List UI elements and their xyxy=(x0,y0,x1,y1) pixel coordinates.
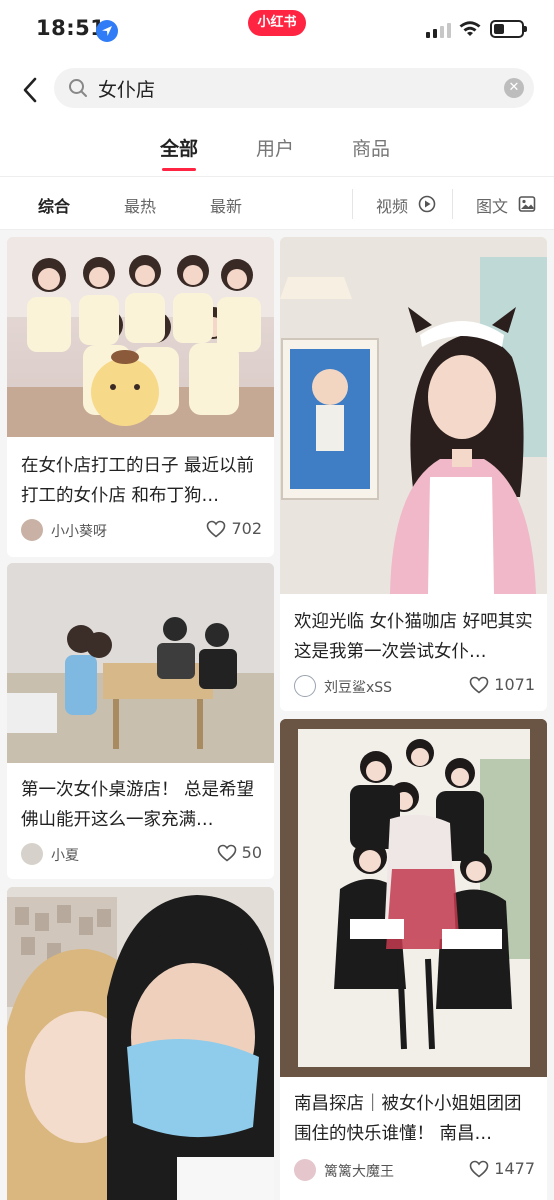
search-header: ✕ xyxy=(0,60,554,120)
filter-video[interactable]: 视频 xyxy=(376,193,408,217)
post-cover-image xyxy=(280,719,547,1077)
post-title: 欢迎光临 女仆猫咖店 好吧其实这是我第一次尝试女仆… xyxy=(294,612,533,662)
back-button[interactable] xyxy=(14,70,46,110)
status-time: 18:51 xyxy=(36,16,106,40)
chevron-left-icon xyxy=(23,77,37,103)
avatar[interactable] xyxy=(294,675,316,697)
filter-hottest[interactable]: 最热 xyxy=(124,193,156,217)
post-meta: 小小葵呀 702 xyxy=(21,519,262,545)
like-button[interactable]: 1477 xyxy=(469,1159,535,1178)
like-count: 50 xyxy=(241,843,262,862)
like-button[interactable]: 702 xyxy=(206,519,262,538)
search-icon xyxy=(69,79,87,97)
heart-icon xyxy=(217,844,236,862)
post-card[interactable]: 南昌探店｜被女仆小姐姐团团围住的快乐谁懂！ 南昌… 篱篱大魔王 1477 xyxy=(280,719,547,1200)
tab-products[interactable]: 商品 xyxy=(352,134,390,161)
post-author[interactable]: 小小葵呀 xyxy=(51,521,107,541)
post-card[interactable]: 欢迎光临 女仆猫咖店 好吧其实这是我第一次尝试女仆… 刘豆鲨xSS 1071 xyxy=(280,237,547,711)
post-meta: 篱篱大魔王 1477 xyxy=(294,1159,535,1185)
like-count: 702 xyxy=(231,519,262,538)
filter-video-label: 视频 xyxy=(376,197,409,216)
search-tabs: 全部 用户 商品 xyxy=(0,120,554,176)
filter-bar: 综合 最热 最新 视频 图文 xyxy=(0,176,554,230)
avatar[interactable] xyxy=(21,843,43,865)
divider xyxy=(352,189,353,219)
search-results-feed: 在女仆店打工的日子 最近以前打工的女仆店 和布丁狗… 小小葵呀 702 欢迎光临… xyxy=(0,230,554,1200)
post-cover-image xyxy=(7,887,274,1200)
divider xyxy=(452,189,453,219)
post-title: 在女仆店打工的日子 最近以前打工的女仆店 和布丁狗… xyxy=(21,456,255,506)
heart-icon xyxy=(469,676,489,694)
search-box[interactable]: ✕ xyxy=(54,68,534,108)
location-arrow-icon xyxy=(96,20,118,42)
post-title: 第一次女仆桌游店！ 总是希望佛山能开这么一家充满… xyxy=(21,780,255,830)
heart-icon xyxy=(207,520,226,538)
like-count: 1071 xyxy=(494,675,535,694)
avatar[interactable] xyxy=(21,519,43,541)
play-circle-icon xyxy=(418,195,436,213)
tab-label: 全部 xyxy=(160,138,199,160)
like-button[interactable]: 1071 xyxy=(469,675,535,694)
post-meta: 小夏 50 xyxy=(21,843,262,869)
like-button[interactable]: 50 xyxy=(217,843,262,862)
filter-image-text[interactable]: 图文 xyxy=(476,193,508,217)
tab-users[interactable]: 用户 xyxy=(256,134,294,161)
tab-all[interactable]: 全部 xyxy=(160,134,199,171)
post-cover-image xyxy=(7,563,274,763)
filter-image-text-label: 图文 xyxy=(476,197,509,216)
post-card[interactable]: 在女仆店打工的日子 最近以前打工的女仆店 和布丁狗… 小小葵呀 702 xyxy=(7,237,274,557)
tab-label: 商品 xyxy=(352,138,391,160)
post-card[interactable]: 第一次女仆桌游店！ 总是希望佛山能开这么一家充满… 小夏 50 xyxy=(7,563,274,879)
post-author[interactable]: 篱篱大魔王 xyxy=(324,1161,394,1181)
heart-icon xyxy=(469,1160,489,1178)
active-tab-indicator xyxy=(162,168,197,171)
image-icon xyxy=(518,196,536,212)
avatar[interactable] xyxy=(294,1159,316,1181)
clear-search-button[interactable]: ✕ xyxy=(504,78,524,98)
post-cover-image xyxy=(280,237,547,594)
post-author[interactable]: 小夏 xyxy=(51,845,79,865)
filter-newest[interactable]: 最新 xyxy=(210,193,242,217)
post-author[interactable]: 刘豆鲨xSS xyxy=(324,677,392,697)
filter-comprehensive[interactable]: 综合 xyxy=(38,193,70,217)
cellular-signal-icon xyxy=(426,22,452,38)
wifi-icon xyxy=(459,21,481,36)
status-bar: 18:51 小红书 xyxy=(0,0,554,60)
battery-icon xyxy=(490,20,527,38)
post-meta: 刘豆鲨xSS 1071 xyxy=(294,675,535,701)
post-title: 南昌探店｜被女仆小姐姐团团围住的快乐谁懂！ 南昌… xyxy=(294,1094,522,1144)
tab-label: 用户 xyxy=(256,138,295,160)
like-count: 1477 xyxy=(494,1159,535,1178)
post-cover-image xyxy=(7,237,274,437)
post-card[interactable] xyxy=(7,887,274,1200)
app-logo: 小红书 xyxy=(248,10,306,36)
search-input[interactable] xyxy=(98,68,478,108)
